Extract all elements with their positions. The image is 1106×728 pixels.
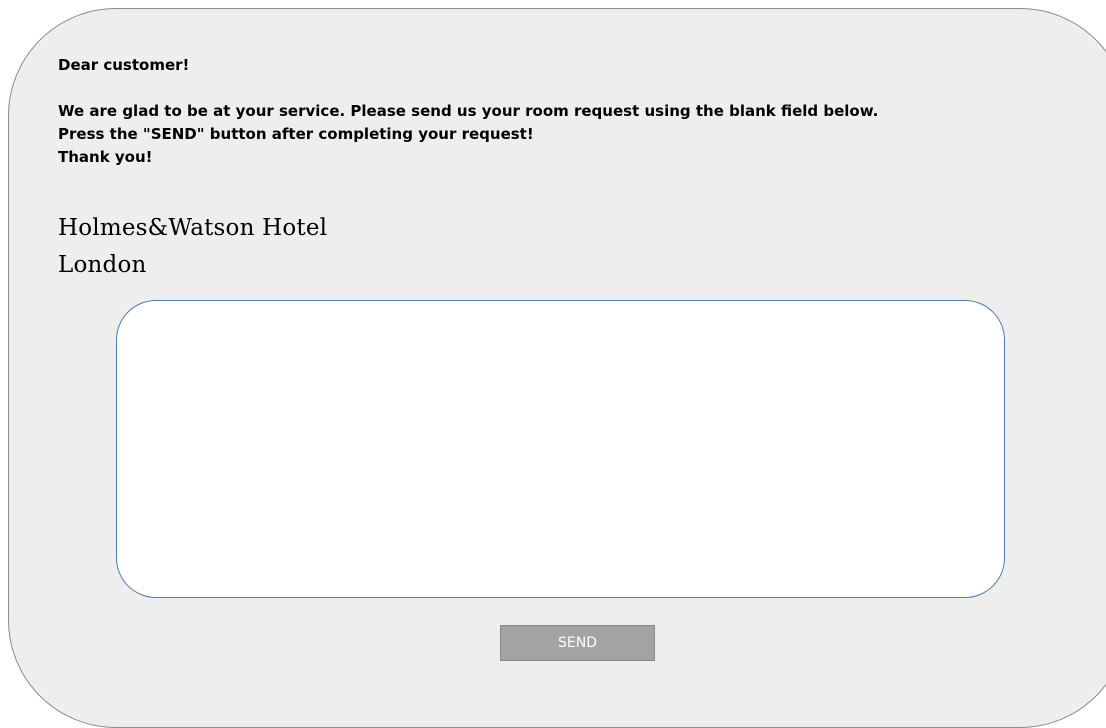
- hotel-city: London: [58, 252, 147, 278]
- thank-you-text: Thank you!: [58, 148, 153, 166]
- message-block: Dear customer! We are glad to be at your…: [58, 54, 878, 169]
- hotel-name: Holmes&Watson Hotel: [58, 215, 328, 241]
- room-request-field[interactable]: [116, 300, 1005, 598]
- greeting-text: Dear customer!: [58, 56, 190, 74]
- send-button[interactable]: SEND: [500, 625, 655, 661]
- hotel-signature: Holmes&Watson Hotel London: [58, 210, 327, 284]
- instructions-line-1: We are glad to be at your service. Pleas…: [58, 102, 879, 120]
- instructions-line-2: Press the "SEND" button after completing…: [58, 125, 534, 143]
